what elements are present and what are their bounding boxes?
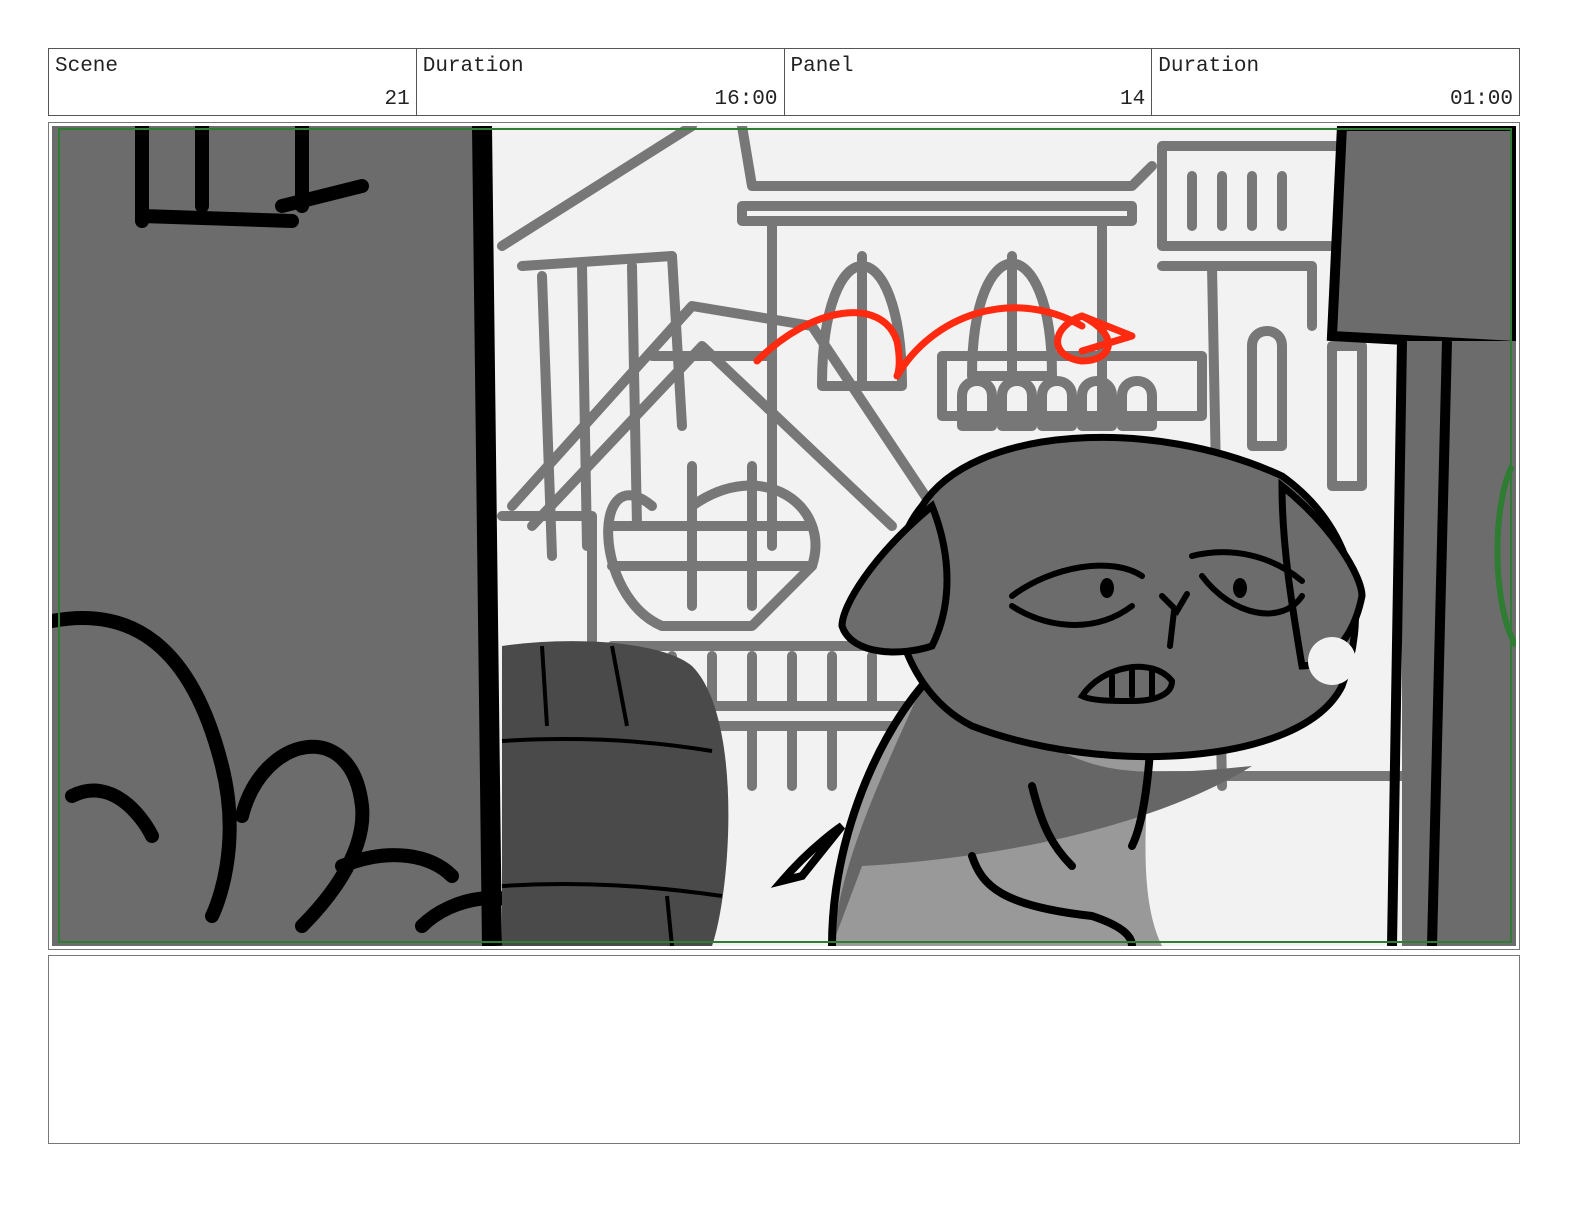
sketch-canvas <box>52 126 1516 946</box>
scene-cell: Scene 21 <box>49 49 417 115</box>
storyboard-panel[interactable] <box>48 122 1520 950</box>
right-wall-lower <box>1402 341 1516 946</box>
panel-duration-cell: Duration 01:00 <box>1152 49 1519 115</box>
scene-duration-value: 16:00 <box>714 88 778 111</box>
right-wall-upper <box>1326 126 1516 352</box>
scene-duration-cell: Duration 16:00 <box>417 49 785 115</box>
panel-drawing <box>52 126 1516 946</box>
barrel <box>502 641 729 946</box>
panel-label: Panel <box>790 55 854 78</box>
scene-number: 21 <box>384 88 410 111</box>
left-wall <box>52 126 492 946</box>
scene-label: Scene <box>55 55 119 78</box>
panel-notes-box[interactable] <box>48 955 1520 1144</box>
panel-duration-label: Duration <box>1158 55 1260 78</box>
dog-right-eye <box>1233 578 1247 598</box>
panel-number: 14 <box>1120 88 1146 111</box>
dog-ear-highlight <box>1308 637 1356 685</box>
left-wall-edge <box>472 126 502 946</box>
panel-cell: Panel 14 <box>785 49 1153 115</box>
scene-duration-label: Duration <box>422 55 524 78</box>
dog-left-eye <box>1100 578 1114 598</box>
panel-info-header: Scene 21 Duration 16:00 Panel 14 Duratio… <box>48 48 1520 116</box>
panel-duration-value: 01:00 <box>1449 88 1513 111</box>
